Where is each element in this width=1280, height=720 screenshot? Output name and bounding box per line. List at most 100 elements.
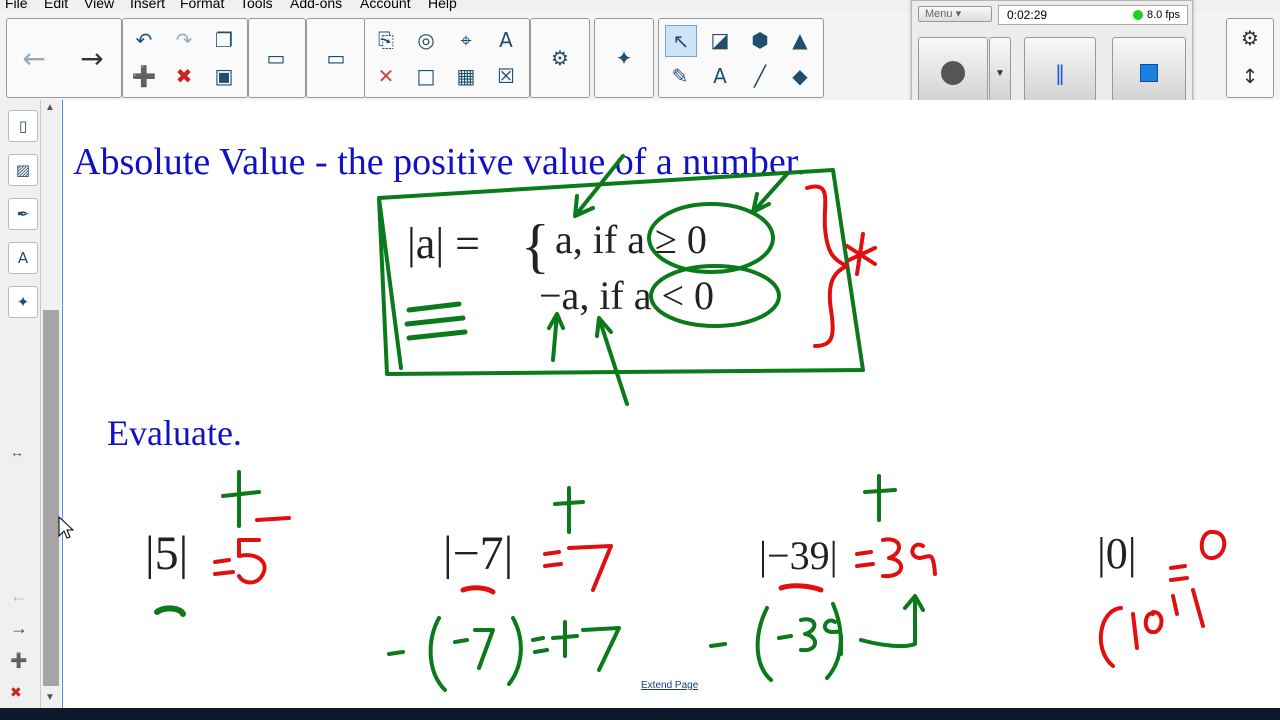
move-toolbar-icon[interactable]: ↕ bbox=[1235, 61, 1265, 91]
select-icon[interactable]: ↖ bbox=[665, 25, 697, 57]
shade-group: ▭ bbox=[306, 18, 366, 98]
recorder-menu-button[interactable]: Menu ▾ bbox=[918, 6, 992, 22]
vertical-scrollbar[interactable]: ▲ ▼ bbox=[41, 100, 61, 708]
properties-icon[interactable]: A bbox=[8, 242, 38, 274]
text-icon[interactable]: A bbox=[705, 61, 735, 91]
recorder-status-dot bbox=[1133, 10, 1143, 20]
taskbar bbox=[0, 708, 1280, 720]
screen-capture-icon[interactable]: □ bbox=[411, 61, 441, 91]
stop-button[interactable] bbox=[1112, 37, 1186, 109]
puzzle-group: ✦ bbox=[594, 18, 654, 98]
recorder-timer: 0:02:29 bbox=[1007, 8, 1048, 22]
settings-group: ⚙ ↕ bbox=[1226, 18, 1274, 98]
ink-work-4 bbox=[1098, 588, 1205, 668]
delete-page-icon[interactable]: ✖ bbox=[169, 61, 199, 91]
table-icon[interactable]: ▦ bbox=[451, 61, 481, 91]
menu-view[interactable]: View bbox=[84, 0, 114, 11]
gear-icon[interactable]: ⚙ bbox=[1235, 23, 1265, 53]
whiteboard-canvas[interactable]: Absolute Value - the positive value of a… bbox=[62, 100, 1280, 708]
polygon-icon[interactable]: ⬢ bbox=[745, 25, 775, 55]
side-tabs: ▯ ▨ ✒ A ✦ ↔ ← → ➕ ✖ bbox=[0, 100, 41, 708]
resize-sidebar-icon[interactable]: ↔ bbox=[10, 444, 24, 460]
ink-underline-3 bbox=[778, 583, 824, 593]
save-icon[interactable]: ▣ bbox=[209, 61, 239, 91]
addon-robot-icon[interactable]: ⚙ bbox=[545, 43, 575, 73]
gallery-icon[interactable]: ▨ bbox=[8, 154, 38, 186]
ink-answer-2 bbox=[543, 544, 613, 592]
menu-help[interactable]: Help bbox=[428, 0, 457, 11]
addons-icon[interactable]: ✦ bbox=[8, 286, 38, 318]
ink-minus-1 bbox=[255, 516, 291, 522]
record-options-button[interactable]: ▼ bbox=[989, 37, 1011, 109]
scroll-down-icon[interactable]: ▼ bbox=[45, 692, 55, 703]
ink-arrow-2 bbox=[751, 172, 789, 214]
screen-shade-icon[interactable]: ▭ bbox=[321, 43, 351, 73]
screen-recorder-panel: Menu ▾ 0:02:29 8.0 fps ▼ ‖ bbox=[911, 0, 1193, 114]
ink-answer-4 bbox=[1169, 530, 1227, 582]
shape-icon[interactable]: ◪ bbox=[705, 25, 735, 55]
tools-group: ↖ ◪ ⬢ ▲ ✎ A ╱ ◆ bbox=[658, 18, 824, 98]
redo-icon[interactable]: ↷ bbox=[169, 25, 199, 55]
addons-group: ⚙ bbox=[530, 18, 590, 98]
recorder-status-bar: 0:02:29 8.0 fps bbox=[998, 5, 1188, 25]
scroll-up-icon[interactable]: ▲ bbox=[45, 102, 55, 113]
scroll-thumb[interactable] bbox=[43, 310, 59, 686]
record-button[interactable] bbox=[918, 37, 988, 109]
screen-icon[interactable]: ❐ bbox=[209, 25, 239, 55]
ink-answer-3 bbox=[855, 537, 937, 579]
forward-arrow-icon[interactable]: → bbox=[77, 42, 107, 75]
line-icon[interactable]: ╱ bbox=[745, 61, 775, 91]
ink-arrow-4 bbox=[595, 316, 629, 406]
add-page-side-icon[interactable]: ➕ bbox=[10, 652, 27, 669]
recorder-menu-label: Menu bbox=[925, 8, 953, 20]
paste-icon[interactable]: ⎘ bbox=[371, 25, 401, 55]
add-page-icon[interactable]: ➕ bbox=[129, 61, 159, 91]
text-format-icon[interactable]: A bbox=[491, 25, 521, 55]
menu-edit[interactable]: Edit bbox=[44, 0, 68, 11]
ink-oval-1 bbox=[647, 202, 775, 274]
previous-page-icon[interactable]: ← bbox=[10, 586, 28, 607]
display-group: ▭ bbox=[248, 18, 306, 98]
ink-work-3 bbox=[709, 594, 925, 682]
menu-file[interactable]: File bbox=[5, 0, 28, 11]
ink-plus-1 bbox=[221, 470, 261, 528]
doc-camera-icon[interactable]: ⌖ bbox=[451, 25, 481, 55]
delete-page-side-icon[interactable]: ✖ bbox=[10, 684, 22, 701]
ink-green-box bbox=[377, 168, 865, 376]
extend-page-link[interactable]: Extend Page bbox=[641, 680, 698, 691]
eraser-icon[interactable]: ◆ bbox=[785, 61, 815, 91]
menu-insert[interactable]: Insert bbox=[130, 0, 165, 11]
pen-icon[interactable]: ✎ bbox=[665, 61, 695, 91]
undo-icon[interactable]: ↶ bbox=[129, 25, 159, 55]
ink-answer-1 bbox=[213, 538, 267, 585]
mouse-cursor-icon bbox=[58, 516, 74, 539]
dropdown-icon: ▼ bbox=[995, 67, 1005, 79]
display-icon[interactable]: ▭ bbox=[261, 43, 291, 73]
ink-arrow-3 bbox=[547, 312, 565, 362]
recorder-fps: 8.0 fps bbox=[1147, 9, 1181, 21]
page-sorter-icon[interactable]: ▯ bbox=[8, 110, 38, 142]
ink-oval-2 bbox=[649, 264, 781, 328]
next-page-icon[interactable]: → bbox=[10, 618, 28, 639]
camera-icon[interactable]: ◎ bbox=[411, 25, 441, 55]
ink-underline-1 bbox=[154, 605, 186, 617]
record-icon bbox=[941, 61, 965, 85]
fill-icon[interactable]: ▲ bbox=[785, 25, 815, 55]
ink-work-2 bbox=[387, 616, 621, 692]
attachments-icon[interactable]: ✒ bbox=[8, 198, 38, 230]
menu-account[interactable]: Account bbox=[360, 0, 411, 11]
delete-icon[interactable]: ✕ bbox=[371, 61, 401, 91]
menu-tools[interactable]: Tools bbox=[240, 0, 273, 11]
back-arrow-icon[interactable]: ← bbox=[19, 42, 49, 75]
ink-plus-2 bbox=[553, 486, 585, 534]
ink-plus-3 bbox=[863, 474, 897, 522]
ink-equiv-mark bbox=[404, 301, 468, 341]
pause-button[interactable]: ‖ bbox=[1024, 37, 1096, 109]
edit-group: ⎘ ◎ ⌖ A ✕ □ ▦ ☒ bbox=[364, 18, 530, 98]
menu-format[interactable]: Format bbox=[180, 0, 224, 11]
navigation-group: ← → bbox=[6, 18, 122, 98]
puzzle-icon[interactable]: ✦ bbox=[609, 43, 639, 73]
menu-addons[interactable]: Add-ons bbox=[290, 0, 342, 11]
stop-icon bbox=[1140, 64, 1158, 82]
clear-icon[interactable]: ☒ bbox=[491, 61, 521, 91]
